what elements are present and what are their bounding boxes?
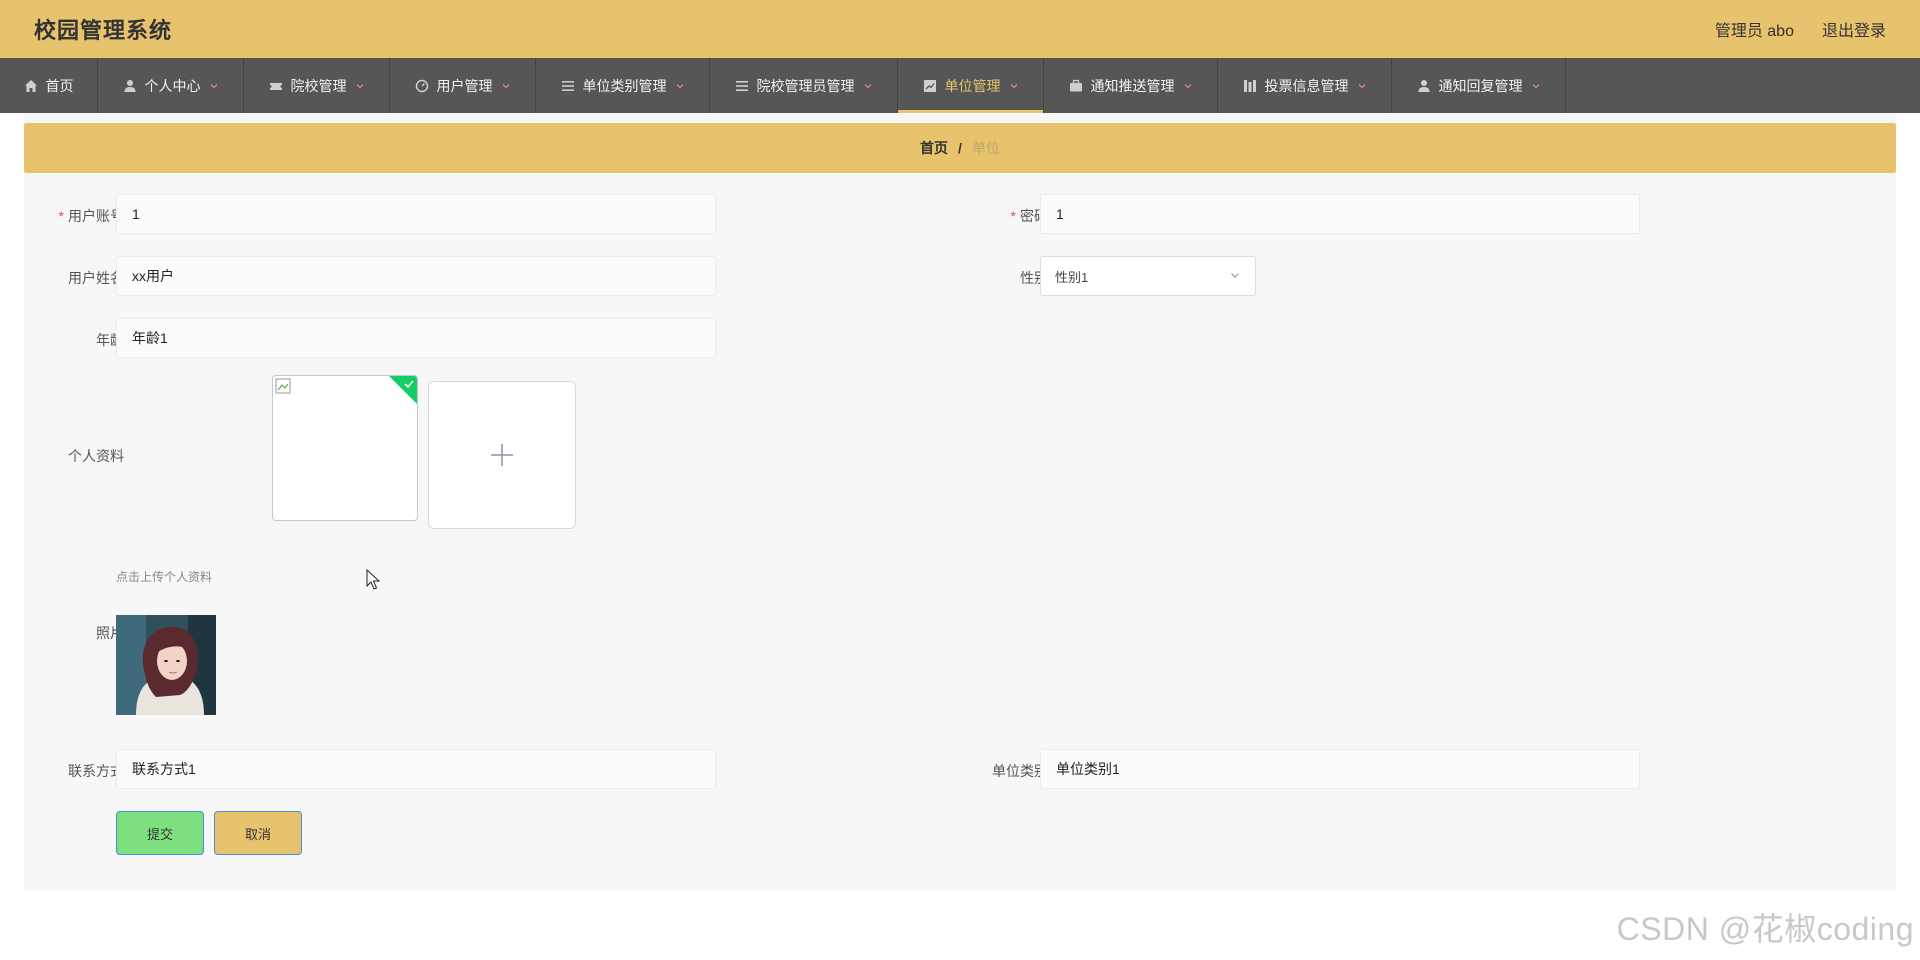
- required-mark: *: [1010, 208, 1016, 224]
- gender-selected-value: 性别1: [1055, 269, 1089, 285]
- list-icon: [735, 79, 749, 93]
- home-icon: [24, 79, 38, 93]
- cancel-button[interactable]: 取消: [214, 811, 302, 855]
- nav-item-label: 通知回复管理: [1438, 77, 1523, 94]
- nav-item-label: 通知推送管理: [1090, 77, 1175, 94]
- age-label: 年龄: [96, 332, 124, 348]
- check-icon: [404, 380, 414, 389]
- nav-item-school-management[interactable]: 院校管理: [244, 58, 390, 113]
- chevron-down-icon: [1229, 269, 1241, 284]
- nav-item-unit-category-management[interactable]: 单位类别管理: [536, 58, 710, 113]
- nav-item-label: 院校管理员管理: [756, 77, 855, 94]
- gender-select[interactable]: 性别1: [1040, 256, 1256, 296]
- photo-label: 照片: [96, 625, 124, 641]
- nav-item-label: 院校管理: [290, 77, 347, 94]
- nav-item-label: 单位管理: [944, 77, 1001, 94]
- account-label: * 用户账号: [58, 208, 124, 224]
- chevron-down-icon: [863, 81, 873, 91]
- required-mark: *: [58, 208, 64, 224]
- chevron-down-icon: [1357, 81, 1367, 91]
- submit-button[interactable]: 提交: [116, 811, 204, 855]
- ticket-icon: [269, 79, 283, 93]
- gauge-icon: [415, 79, 429, 93]
- account-input[interactable]: 1: [116, 194, 716, 234]
- nav-item-vote-info-management[interactable]: 投票信息管理: [1218, 58, 1392, 113]
- nav-item-unit-management[interactable]: 单位管理: [898, 58, 1044, 113]
- upload-hint: 点击上传个人资料: [116, 570, 213, 584]
- nav-item-personal-center[interactable]: 个人中心: [98, 58, 244, 113]
- age-input[interactable]: 年龄1: [116, 318, 716, 358]
- columns-icon: [1243, 79, 1257, 93]
- unit-type-label: 单位类别: [992, 763, 1048, 779]
- breadcrumb-separator: /: [958, 140, 962, 156]
- breadcrumb: 首页 / 单位: [24, 123, 1896, 173]
- contact-input[interactable]: 联系方式1: [116, 749, 716, 789]
- nav-item-home[interactable]: 首页: [0, 58, 98, 113]
- photo-thumbnail[interactable]: [116, 615, 216, 715]
- chevron-down-icon: [675, 81, 685, 91]
- name-label: 用户姓名: [68, 270, 124, 286]
- chevron-down-icon: [1531, 81, 1541, 91]
- nav-item-label: 个人中心: [144, 77, 201, 94]
- watermark: CSDN @花椒coding: [1616, 911, 1914, 947]
- password-input[interactable]: 1: [1040, 194, 1640, 234]
- header-user-area: 管理员 abo 退出登录: [1715, 17, 1886, 41]
- user-icon: [123, 79, 137, 93]
- gender-label: 性别: [1020, 270, 1048, 286]
- upload-add-button[interactable]: [428, 381, 576, 529]
- app-title: 校园管理系统: [34, 18, 173, 43]
- main-content: 首页 / 单位 * 用户账号 1 * 密码 1 用户姓名 xx用户 性别 性别1 年…: [24, 113, 1896, 890]
- nav-item-label: 投票信息管理: [1264, 77, 1349, 94]
- nav-item-label: 用户管理: [436, 77, 493, 94]
- logout-link[interactable]: 退出登录: [1822, 17, 1886, 41]
- plus-icon: [491, 444, 513, 466]
- chart-icon: [923, 79, 937, 93]
- broken-image-icon: [275, 378, 291, 394]
- app-header: 校园管理系统 管理员 abo 退出登录: [0, 0, 1920, 58]
- chevron-down-icon: [501, 81, 511, 91]
- name-input[interactable]: xx用户: [116, 256, 716, 296]
- nav-item-label: 首页: [45, 77, 74, 94]
- user-icon: [1417, 79, 1431, 93]
- list-icon: [561, 79, 575, 93]
- chevron-down-icon: [1009, 81, 1019, 91]
- portrait-image: [116, 615, 216, 715]
- nav-item-notification-push-management[interactable]: 通知推送管理: [1044, 58, 1218, 113]
- chevron-down-icon: [355, 81, 365, 91]
- nav-item-school-admin-management[interactable]: 院校管理员管理: [710, 58, 898, 113]
- unit-type-input[interactable]: 单位类别1: [1040, 749, 1640, 789]
- profile-label: 个人资料: [68, 448, 124, 464]
- main-nav: 首页 个人中心 院校管理 用户管理 单位类别管理 院校管理员管理 单位管理 通知…: [0, 58, 1920, 113]
- uploaded-file-card[interactable]: [272, 375, 418, 521]
- mouse-cursor-icon: [366, 569, 381, 590]
- current-user: 管理员 abo: [1714, 23, 1794, 40]
- contact-label: 联系方式: [68, 763, 124, 779]
- breadcrumb-current: 单位: [971, 140, 1000, 156]
- briefcase-icon: [1069, 79, 1083, 93]
- chevron-down-icon: [209, 81, 219, 91]
- nav-item-user-management[interactable]: 用户管理: [390, 58, 536, 113]
- breadcrumb-home[interactable]: 首页: [920, 138, 948, 158]
- nav-item-label: 单位类别管理: [582, 77, 667, 94]
- chevron-down-icon: [1183, 81, 1193, 91]
- password-label: * 密码: [1010, 208, 1048, 224]
- nav-item-notification-reply-management[interactable]: 通知回复管理: [1392, 58, 1566, 113]
